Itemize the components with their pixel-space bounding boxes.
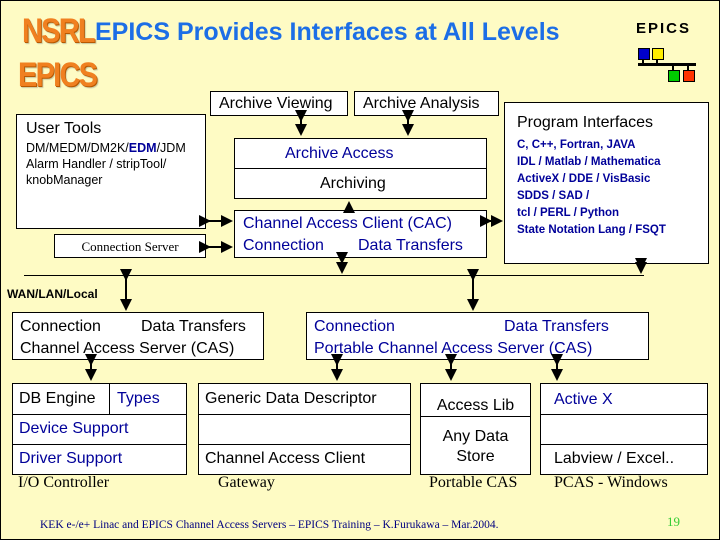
connector-arrows <box>85 110 647 381</box>
page-number: 19 <box>667 514 680 529</box>
footer-text: KEK e-/e+ Linac and EPICS Channel Access… <box>40 519 499 531</box>
